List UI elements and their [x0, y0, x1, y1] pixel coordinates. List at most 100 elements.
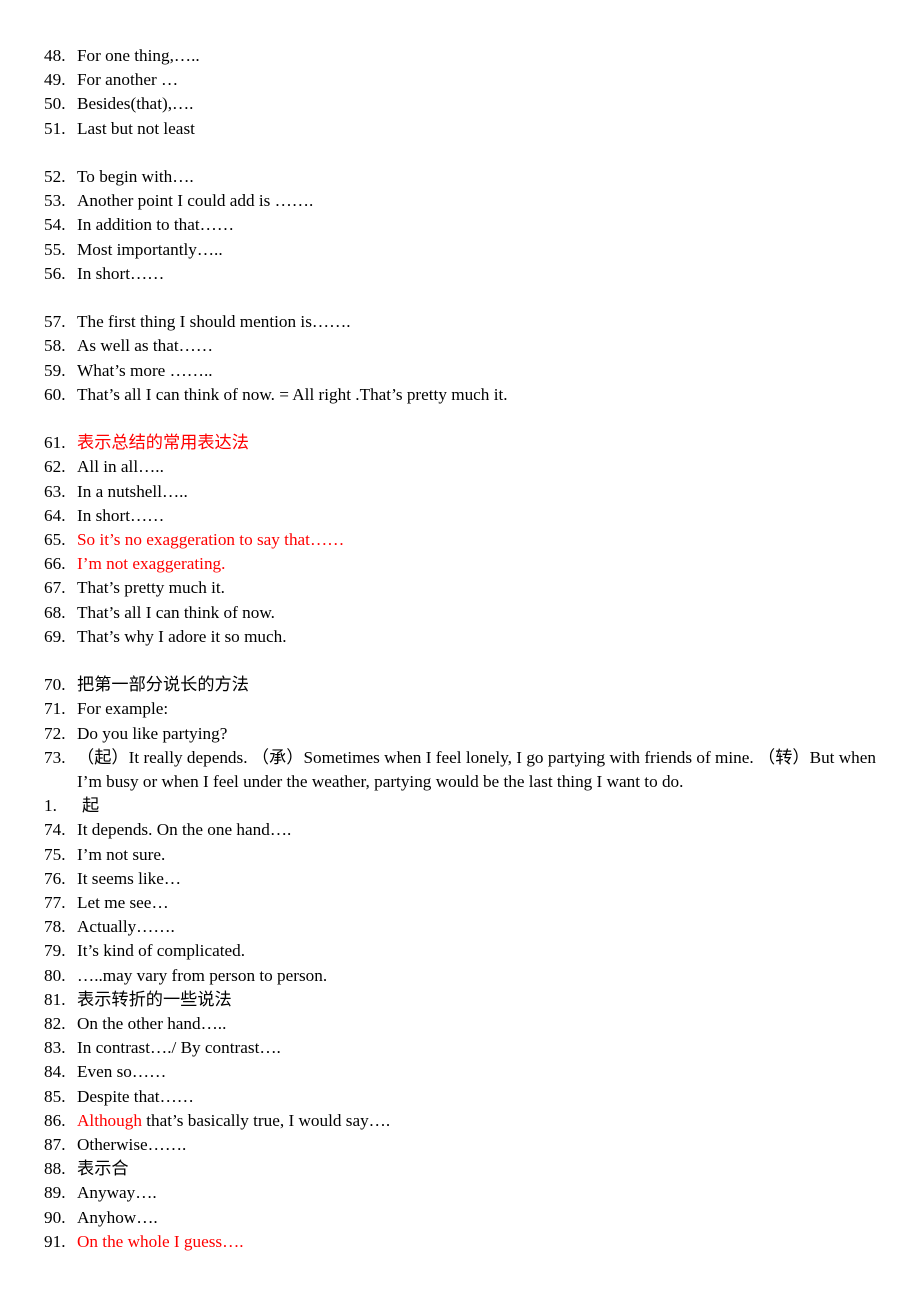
list-item: 69. That’s why I adore it so much.: [44, 625, 876, 649]
list-item-number: 52.: [44, 167, 66, 186]
list-item: 62. All in all…..: [44, 455, 876, 479]
list-item-number: 78.: [44, 917, 66, 937]
list-item: 71. For example:: [44, 697, 876, 721]
list-item-text: In short……: [77, 263, 165, 283]
list-item-text: What’s more ……..: [77, 360, 213, 380]
list-item: 75. I’m not sure.: [44, 843, 876, 867]
list-item: 82. On the other hand…..: [44, 1012, 876, 1036]
list-item: 70. 把第一部分说长的方法: [44, 673, 876, 697]
document-page: 48. For one thing,….. 49. For another … 50. B…: [0, 0, 920, 1302]
list-item-number: 58.: [44, 336, 66, 356]
list-item: 61. 表示总结的常用表达法: [44, 431, 876, 455]
list-item-text: Most importantly…..: [77, 239, 223, 259]
list-item-number: 71.: [44, 699, 66, 719]
list-item: 60. That’s all I can think of now. = All …: [44, 383, 876, 407]
list-item-text: So it’s no exaggeration to say that……: [77, 530, 345, 550]
list-item-number: 84.: [44, 1062, 66, 1082]
list-item-number: 67.: [44, 578, 66, 598]
list-item-number: 50.: [44, 94, 66, 114]
list-item-number: 75.: [44, 844, 66, 864]
list-item-text: For example:: [77, 699, 169, 719]
list-item-number: 89.: [44, 1183, 66, 1203]
highlighted-text-run: Although: [77, 1110, 142, 1130]
list-item: 87. Otherwise…….: [44, 1133, 876, 1157]
list-item-text: That’s all I can think of now.: [77, 602, 275, 622]
list-item-number: 86.: [44, 1110, 66, 1130]
list-item-text: It seems like…: [77, 868, 182, 888]
list-item-text: In a nutshell…..: [77, 481, 188, 501]
list-item-text: I’m not exaggerating.: [77, 554, 226, 574]
list-item-number: 65.: [44, 530, 66, 550]
text-run: that’s basically true, I would say….: [141, 1110, 391, 1130]
list-item: 1. 起: [44, 794, 876, 818]
list-item: 53. Another point I could add is …….: [44, 189, 876, 213]
list-item-text: That’s why I adore it so much.: [77, 626, 287, 646]
list-item-text: Anyhow….: [77, 1207, 158, 1227]
list-item-number: 80.: [44, 965, 66, 985]
list-group: 48. For one thing,….. 49. For another … 50. B…: [44, 44, 876, 141]
list-item-text: That’s all I can think of now. = All rig…: [77, 384, 508, 404]
list-item-text: 起: [82, 796, 100, 816]
list-item: 79. It’s kind of complicated.: [44, 939, 876, 963]
list-item-text: As well as that……: [77, 336, 214, 356]
list-item-text: 表示合: [77, 1159, 129, 1179]
list-item-text: In short……: [77, 505, 165, 525]
list-item: 84. Even so……: [44, 1060, 876, 1084]
list-item: 90. Anyhow….: [44, 1206, 876, 1230]
list-item-number: 79.: [44, 941, 66, 961]
list-item-text: The first thing I should mention is…….: [77, 312, 351, 332]
list-item-number: 83.: [44, 1038, 66, 1058]
list-item: 55. Most importantly…..: [44, 238, 876, 262]
list-item-text: Besides(that),….: [77, 94, 194, 114]
list-item-number: 81.: [44, 989, 66, 1009]
list-item-text: Let me see…: [77, 893, 169, 913]
list-item-number: 1.: [44, 796, 57, 816]
list-item-number: 57.: [44, 312, 66, 332]
list-item: 88. 表示合: [44, 1157, 876, 1181]
list-item-text: Although that’s basically true, I would …: [77, 1109, 876, 1133]
list-item-text: For one thing,…..: [77, 46, 200, 65]
list-item: 52. To begin with….: [44, 165, 876, 189]
list-item: 57. The first thing I should mention is………: [44, 310, 876, 334]
list-item-number: 69.: [44, 626, 66, 646]
list-item-number: 53.: [44, 191, 66, 211]
list-item-text: （起）It really depends. （承）Sometimes when …: [77, 747, 881, 792]
list-item-text: To begin with….: [77, 167, 194, 186]
list-item-text: I’m not sure.: [77, 844, 166, 864]
list-item: 83. In contrast…./ By contrast….: [44, 1036, 876, 1060]
list-item-number: 59.: [44, 360, 66, 380]
list-item: 76. It seems like…: [44, 867, 876, 891]
list-item: 91. On the whole I guess….: [44, 1230, 876, 1254]
list-item-text: It’s kind of complicated.: [77, 941, 246, 961]
list-item: 78. Actually…….: [44, 915, 876, 939]
list-item-text: Do you like partying?: [77, 723, 228, 743]
list-item-number: 54.: [44, 215, 66, 235]
list-item: 56. In short……: [44, 262, 876, 286]
list-item-number: 60.: [44, 384, 66, 404]
list-item-text: In contrast…./ By contrast….: [77, 1038, 281, 1058]
list-group: 57. The first thing I should mention is………: [44, 310, 876, 407]
list-item-text: Actually…….: [77, 917, 175, 937]
list-item-text: On the whole I guess….: [77, 1231, 244, 1251]
list-item-text: Anyway….: [77, 1183, 157, 1203]
list-item-text: On the other hand…..: [77, 1014, 227, 1034]
list-item-number: 74.: [44, 820, 66, 840]
list-item-number: 51.: [44, 118, 66, 138]
list-item-number: 70.: [44, 675, 66, 695]
list-item-number: 68.: [44, 602, 66, 622]
list-group: 61. 表示总结的常用表达法 62. All in all….. 63. In a nut…: [44, 431, 876, 649]
list-item-text: 表示总结的常用表达法: [77, 433, 249, 453]
list-item-text: All in all…..: [77, 457, 164, 477]
list-item: 77. Let me see…: [44, 891, 876, 915]
list-item-text: For another …: [77, 70, 179, 90]
list-item: 65. So it’s no exaggeration to say that……: [44, 528, 876, 552]
list-item-number: 62.: [44, 457, 66, 477]
list-item: 72. Do you like partying?: [44, 722, 876, 746]
list-item: 85. Despite that……: [44, 1085, 876, 1109]
list-item-text: Otherwise…….: [77, 1135, 187, 1155]
list-item: 68. That’s all I can think of now.: [44, 601, 876, 625]
list-item-number: 55.: [44, 239, 66, 259]
